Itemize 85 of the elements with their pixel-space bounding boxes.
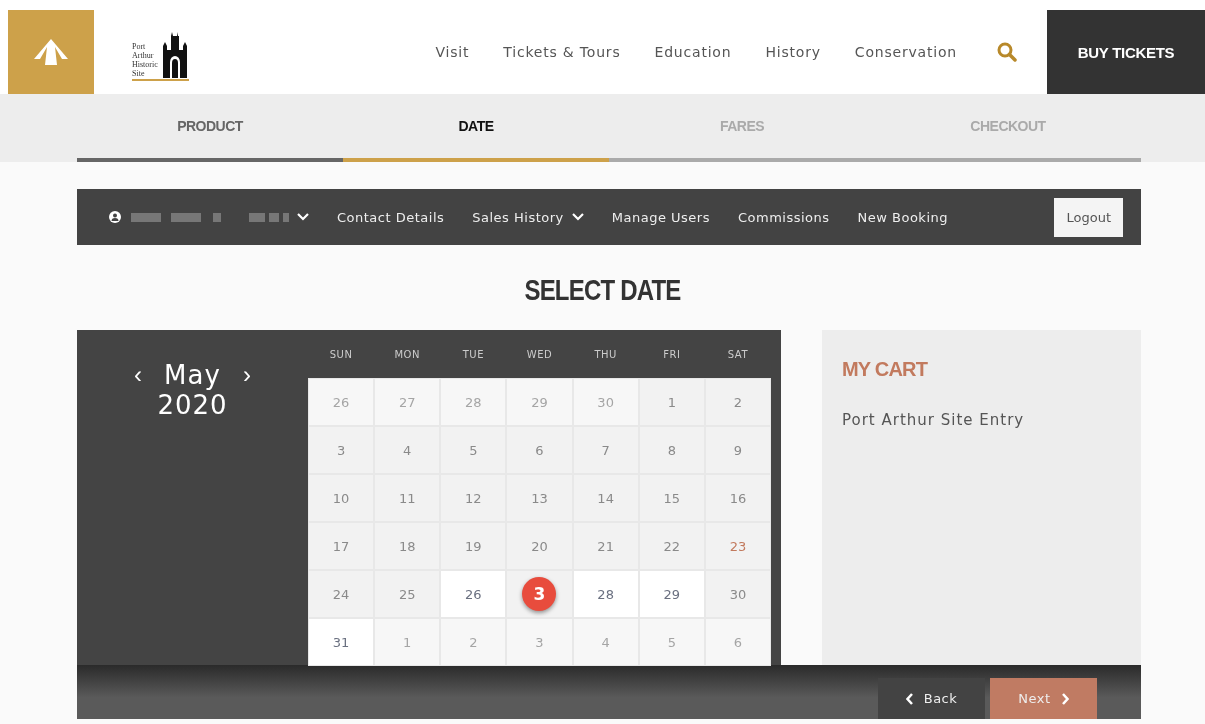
calendar-day[interactable]: 3 <box>506 570 573 618</box>
calendar-day[interactable]: 4 <box>374 426 441 474</box>
account-menu-link[interactable]: Sales History <box>472 209 584 225</box>
weekday-label: TUE <box>461 347 485 362</box>
calendar-day[interactable]: 4 <box>572 618 639 666</box>
progress-step[interactable]: DATE <box>343 94 609 162</box>
chevron-right-icon <box>1060 692 1069 705</box>
calendar-day[interactable]: 12 <box>440 474 507 522</box>
calendar-day[interactable]: 10 <box>308 474 375 522</box>
calendar-day[interactable]: 3 <box>506 618 573 666</box>
calendar-day[interactable]: 20 <box>506 522 573 570</box>
calendar-day[interactable]: 3 <box>308 426 375 474</box>
account-menu-link[interactable]: New Booking <box>857 209 948 225</box>
weekday-label: SAT <box>726 347 750 362</box>
calendar-day[interactable]: 7 <box>572 426 639 474</box>
chevron-down-icon <box>297 213 309 221</box>
calendar-day[interactable]: 5 <box>440 426 507 474</box>
calendar-day[interactable]: 13 <box>506 474 573 522</box>
calendar-day[interactable]: 14 <box>572 474 639 522</box>
nav-link[interactable]: Conservation <box>854 44 957 60</box>
next-month-button[interactable]: › <box>238 361 255 389</box>
logout-button[interactable]: Logout <box>1054 197 1123 237</box>
calendar-day[interactable]: 29 <box>638 570 705 618</box>
account-menu-link[interactable]: Contact Details <box>337 209 445 225</box>
calendar-day[interactable]: 30 <box>704 570 771 618</box>
calendar-day[interactable]: 24 <box>308 570 375 618</box>
calendar-day[interactable]: 5 <box>638 618 705 666</box>
nav-link[interactable]: Visit <box>435 44 470 60</box>
nav-link[interactable]: Education <box>654 44 732 60</box>
calendar-day[interactable]: 17 <box>308 522 375 570</box>
chevron-left-icon <box>905 692 914 705</box>
calendar-day[interactable]: 2 <box>704 378 771 426</box>
page-heading: SELECT DATE <box>523 273 682 307</box>
calendar-day[interactable]: 1 <box>374 618 441 666</box>
nav-link[interactable]: History <box>765 44 821 60</box>
step-number-badge: 3 <box>522 577 557 611</box>
weekday-label: THU <box>593 347 618 362</box>
next-button[interactable]: Next <box>990 678 1097 719</box>
calendar-day[interactable]: 23 <box>704 522 771 570</box>
calendar-day[interactable]: 9 <box>704 426 771 474</box>
back-button[interactable]: Back <box>878 678 985 719</box>
year-label: 2020 <box>157 390 228 420</box>
calendar-day[interactable]: 6 <box>704 618 771 666</box>
calendar-day[interactable]: 22 <box>638 522 705 570</box>
logo-text: Port Arthur Historic Site <box>132 42 158 78</box>
calendar-day[interactable]: 25 <box>374 570 441 618</box>
church-icon <box>160 32 189 78</box>
weekday-label: FRI <box>662 347 682 362</box>
chevron-down-icon <box>571 213 584 221</box>
user-icon <box>109 211 121 223</box>
month-label: May <box>164 360 221 390</box>
search-icon[interactable] <box>997 42 1017 62</box>
calendar-day[interactable]: 19 <box>440 522 507 570</box>
nav-link[interactable]: Tickets & Tours <box>503 44 621 60</box>
calendar-day[interactable]: 31 <box>308 618 375 666</box>
calendar-day[interactable]: 27 <box>374 378 441 426</box>
buy-tickets-button[interactable]: BUY TICKETS <box>1047 10 1205 94</box>
account-menu-link[interactable]: Commissions <box>737 209 830 225</box>
tent-icon <box>34 39 68 65</box>
calendar-day[interactable]: 1 <box>638 378 705 426</box>
calendar-day[interactable]: 26 <box>308 378 375 426</box>
cart-item: Port Arthur Site Entry <box>842 411 1026 429</box>
calendar-day[interactable]: 30 <box>572 378 639 426</box>
calendar-day[interactable]: 21 <box>572 522 639 570</box>
calendar-day[interactable]: 18 <box>374 522 441 570</box>
calendar-day[interactable]: 8 <box>638 426 705 474</box>
tent-logo-tile[interactable] <box>8 10 94 94</box>
calendar-day[interactable]: 26 <box>440 570 507 618</box>
progress-step[interactable]: CHECKOUT <box>875 94 1141 162</box>
cart-title: MY CART <box>842 358 929 381</box>
weekday-label: MON <box>393 347 421 362</box>
calendar-day[interactable]: 2 <box>440 618 507 666</box>
progress-step[interactable]: PRODUCT <box>77 94 343 162</box>
calendar-day[interactable]: 28 <box>572 570 639 618</box>
calendar-day[interactable]: 29 <box>506 378 573 426</box>
calendar-day[interactable]: 15 <box>638 474 705 522</box>
calendar-day[interactable]: 11 <box>374 474 441 522</box>
calendar-day[interactable]: 16 <box>704 474 771 522</box>
weekday-label: WED <box>525 347 554 362</box>
calendar-day[interactable]: 6 <box>506 426 573 474</box>
account-menu-link[interactable]: Manage Users <box>611 209 710 225</box>
calendar-day[interactable]: 28 <box>440 378 507 426</box>
weekday-label: SUN <box>328 347 354 362</box>
progress-step[interactable]: FARES <box>609 94 875 162</box>
previous-month-button[interactable]: ‹ <box>130 361 147 389</box>
